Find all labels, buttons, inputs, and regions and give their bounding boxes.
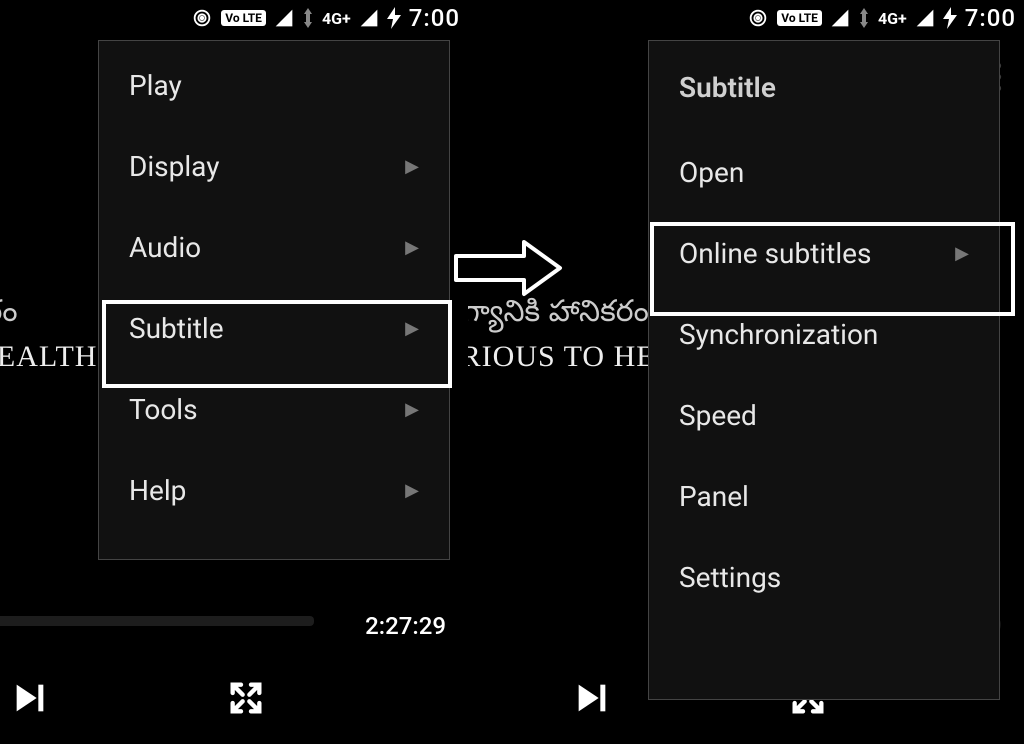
chevron-right-icon: ▶ (405, 318, 419, 339)
volte-badge: Vo LTE (221, 10, 266, 26)
network-label: 4G+ (322, 9, 351, 28)
menu-item-speed[interactable]: Speed (649, 375, 999, 456)
signal-icon (830, 8, 850, 28)
phone-left: Vo LTE 4G+ 7:00 HW (0, 0, 468, 744)
menu-item-open[interactable]: Open (649, 132, 999, 213)
skip-next-icon[interactable] (10, 678, 50, 718)
phone-right: Vo LTE 4G+ 7:00 HW (468, 0, 1024, 744)
annotation-arrow-icon (454, 236, 564, 300)
warning-telugu: ికి హానికరం (0, 296, 18, 336)
menu-item-help[interactable]: Help ▶ (99, 450, 449, 531)
signal-icon (274, 8, 294, 28)
clock: 7:00 (409, 4, 460, 32)
charging-icon (943, 7, 957, 29)
menu-label: Synchronization (679, 318, 878, 351)
status-bar: Vo LTE 4G+ 7:00 (468, 0, 1024, 36)
chevron-right-icon: ▶ (405, 480, 419, 501)
network-label: 4G+ (878, 9, 907, 28)
clock: 7:00 (965, 4, 1016, 32)
data-icon (302, 8, 314, 28)
menu-item-play[interactable]: Play (99, 45, 449, 126)
bottom-controls (0, 652, 468, 744)
menu-item-settings[interactable]: Settings (649, 537, 999, 618)
menu-item-tools[interactable]: Tools ▶ (99, 369, 449, 450)
menu-item-synchronization[interactable]: Synchronization (649, 294, 999, 375)
comparison-stage: Vo LTE 4G+ 7:00 HW (0, 0, 1024, 744)
seek-bar[interactable] (0, 616, 314, 626)
menu-item-panel[interactable]: Panel (649, 456, 999, 537)
duration-label: 2:27:29 (365, 612, 446, 640)
menu-label: Display (129, 150, 219, 183)
data-icon (858, 8, 870, 28)
fullscreen-icon[interactable] (226, 678, 266, 718)
main-menu: Play Display ▶ Audio ▶ Subtitle ▶ Tools … (98, 40, 450, 560)
menu-item-audio[interactable]: Audio ▶ (99, 207, 449, 288)
seek-row: 2:27:29 (0, 612, 468, 640)
menu-label: Open (679, 156, 744, 189)
chevron-right-icon: ▶ (405, 237, 419, 258)
menu-label: Help (129, 474, 186, 507)
menu-label: Tools (129, 393, 198, 426)
menu-item-online-subtitles[interactable]: Online subtitles ▶ (649, 213, 999, 294)
signal2-icon (359, 8, 379, 28)
menu-label: Audio (129, 231, 201, 264)
chevron-right-icon: ▶ (955, 243, 969, 264)
menu-label: Online subtitles (679, 237, 871, 270)
cast-icon (747, 7, 769, 29)
skip-next-icon[interactable] (572, 678, 612, 718)
volte-badge: Vo LTE (777, 10, 822, 26)
charging-icon (387, 7, 401, 29)
menu-label: Play (129, 69, 182, 102)
menu-label: Panel (679, 480, 749, 513)
menu-label: Speed (679, 399, 757, 432)
signal2-icon (915, 8, 935, 28)
warning-english: US TO HEALTH (0, 340, 97, 374)
menu-item-display[interactable]: Display ▶ (99, 126, 449, 207)
menu-label: Settings (679, 561, 781, 594)
menu-item-subtitle[interactable]: Subtitle ▶ (99, 288, 449, 369)
cast-icon (191, 7, 213, 29)
subtitle-submenu: Subtitle Open Online subtitles ▶ Synchro… (648, 40, 1000, 700)
warning-telugu: రోగ్యానికి హానికరం (468, 296, 649, 336)
chevron-right-icon: ▶ (405, 399, 419, 420)
chevron-right-icon: ▶ (405, 156, 419, 177)
menu-title: Subtitle (649, 45, 999, 132)
menu-label: Subtitle (129, 312, 224, 345)
status-bar: Vo LTE 4G+ 7:00 (0, 0, 468, 36)
